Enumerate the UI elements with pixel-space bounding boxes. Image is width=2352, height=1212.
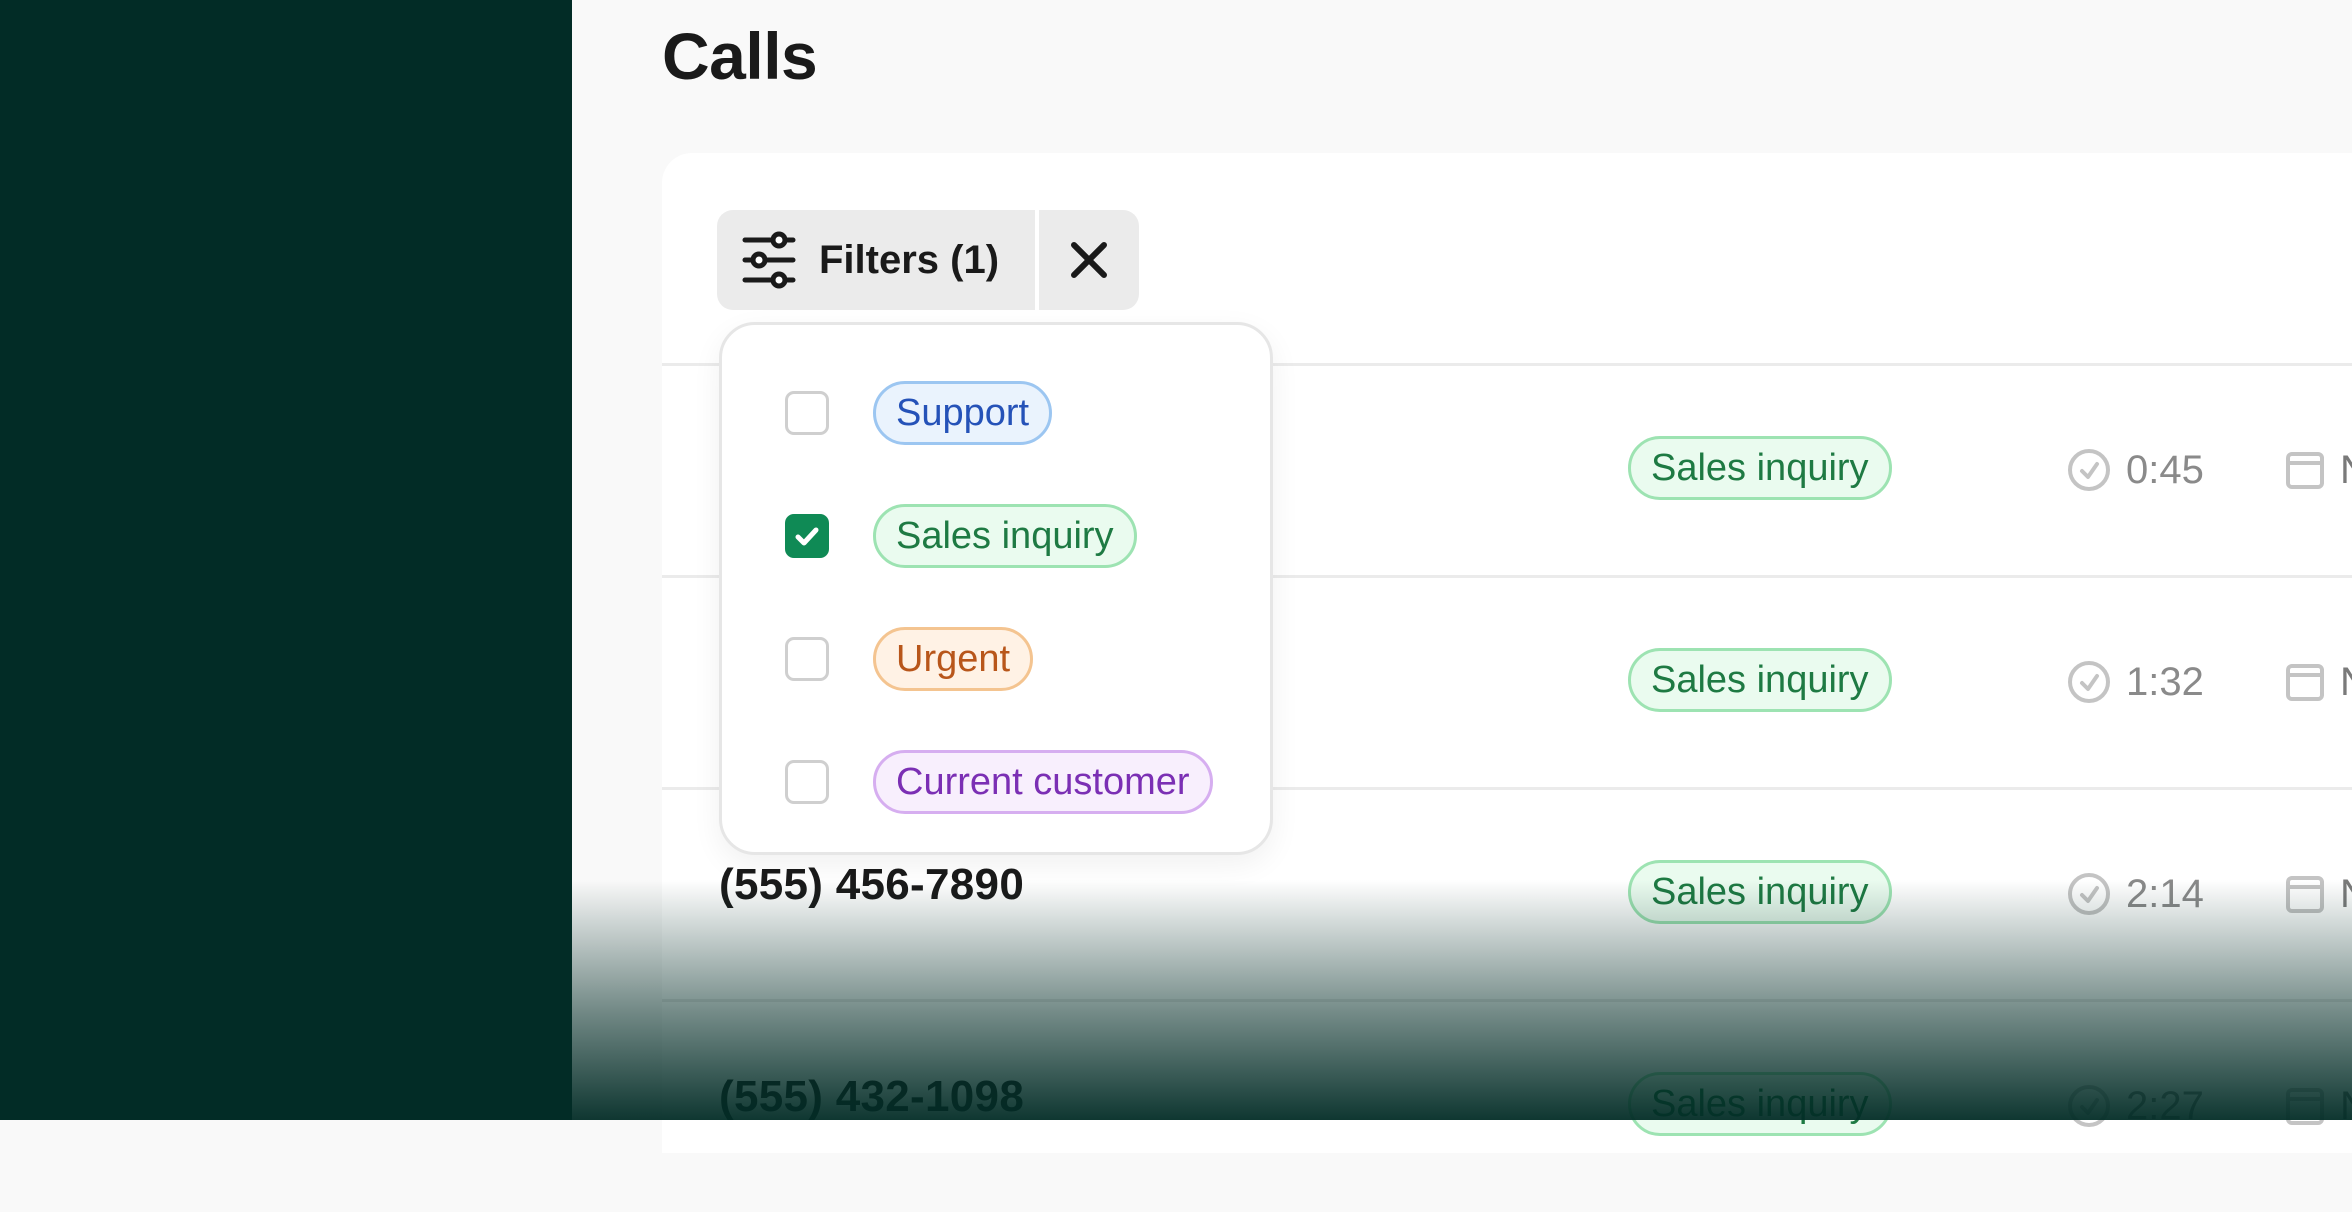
- call-duration: 2:14: [2066, 862, 2204, 926]
- support-checkbox[interactable]: [785, 391, 829, 435]
- call-date: Nov 2: [2284, 650, 2352, 714]
- call-tag: Sales inquiry: [1628, 1072, 1892, 1136]
- filter-option-label: Urgent: [873, 627, 1034, 691]
- filter-dropdown: Support Sales inquiry Urgent Current cus…: [719, 322, 1273, 855]
- call-tag: Sales inquiry: [1628, 648, 1892, 712]
- clock-icon: [2068, 873, 2110, 915]
- filters-button[interactable]: Filters (1): [717, 210, 1036, 310]
- filter-option-current-customer[interactable]: Current customer: [785, 747, 1213, 817]
- filter-option-sales-inquiry[interactable]: Sales inquiry: [785, 501, 1137, 571]
- filter-option-urgent[interactable]: Urgent: [785, 624, 1034, 694]
- calendar-icon: [2286, 1088, 2324, 1125]
- duration-text: 2:14: [2126, 871, 2204, 916]
- call-duration: 2:27: [2066, 1074, 2204, 1138]
- filter-toolbar: Filters (1): [717, 210, 1140, 310]
- call-date: Nov 2: [2284, 1074, 2352, 1138]
- duration-text: 1:32: [2126, 659, 2204, 704]
- date-text: Nov 2: [2340, 660, 2352, 705]
- calendar-icon: [2286, 876, 2324, 913]
- sidebar: [0, 0, 572, 1120]
- filter-option-label: Support: [873, 381, 1053, 445]
- calendar-icon: [2286, 452, 2324, 489]
- duration-text: 2:27: [2126, 1083, 2204, 1128]
- call-tag: Sales inquiry: [1628, 436, 1892, 500]
- call-duration: 0:45: [2066, 438, 2204, 502]
- current-customer-checkbox[interactable]: [785, 760, 829, 804]
- duration-text: 0:45: [2126, 447, 2204, 492]
- filter-option-support[interactable]: Support: [785, 378, 1053, 448]
- clock-icon: [2068, 661, 2110, 703]
- filter-option-label: Current customer: [873, 750, 1213, 814]
- page-title: Calls: [662, 19, 818, 93]
- table-row[interactable]: (555) 432-1098 Sales inquiry 2:27 Nov 2: [662, 999, 2352, 1212]
- call-date: Nov 3: [2284, 438, 2352, 502]
- clear-filters-button[interactable]: [1039, 210, 1140, 310]
- call-tag: Sales inquiry: [1628, 860, 1892, 924]
- calendar-icon: [2286, 664, 2324, 701]
- caller-phone: (555) 456-7890: [719, 860, 1025, 909]
- urgent-checkbox[interactable]: [785, 637, 829, 681]
- sliders-icon: [742, 231, 796, 289]
- clock-icon: [2068, 449, 2110, 491]
- checkmark-icon: [795, 527, 819, 546]
- date-text: Nov 3: [2340, 448, 2352, 493]
- clock-icon: [2068, 1085, 2110, 1127]
- date-text: Nov 2: [2340, 1084, 2352, 1129]
- call-date: Nov 2: [2284, 862, 2352, 926]
- date-text: Nov 2: [2340, 872, 2352, 917]
- caller-phone: (555) 432-1098: [719, 1072, 1025, 1121]
- filter-option-label: Sales inquiry: [873, 504, 1137, 568]
- sales-inquiry-checkbox[interactable]: [785, 514, 829, 558]
- close-icon: [1071, 242, 1108, 278]
- call-duration: 1:32: [2066, 650, 2204, 714]
- filters-button-label: Filters (1): [819, 237, 1000, 282]
